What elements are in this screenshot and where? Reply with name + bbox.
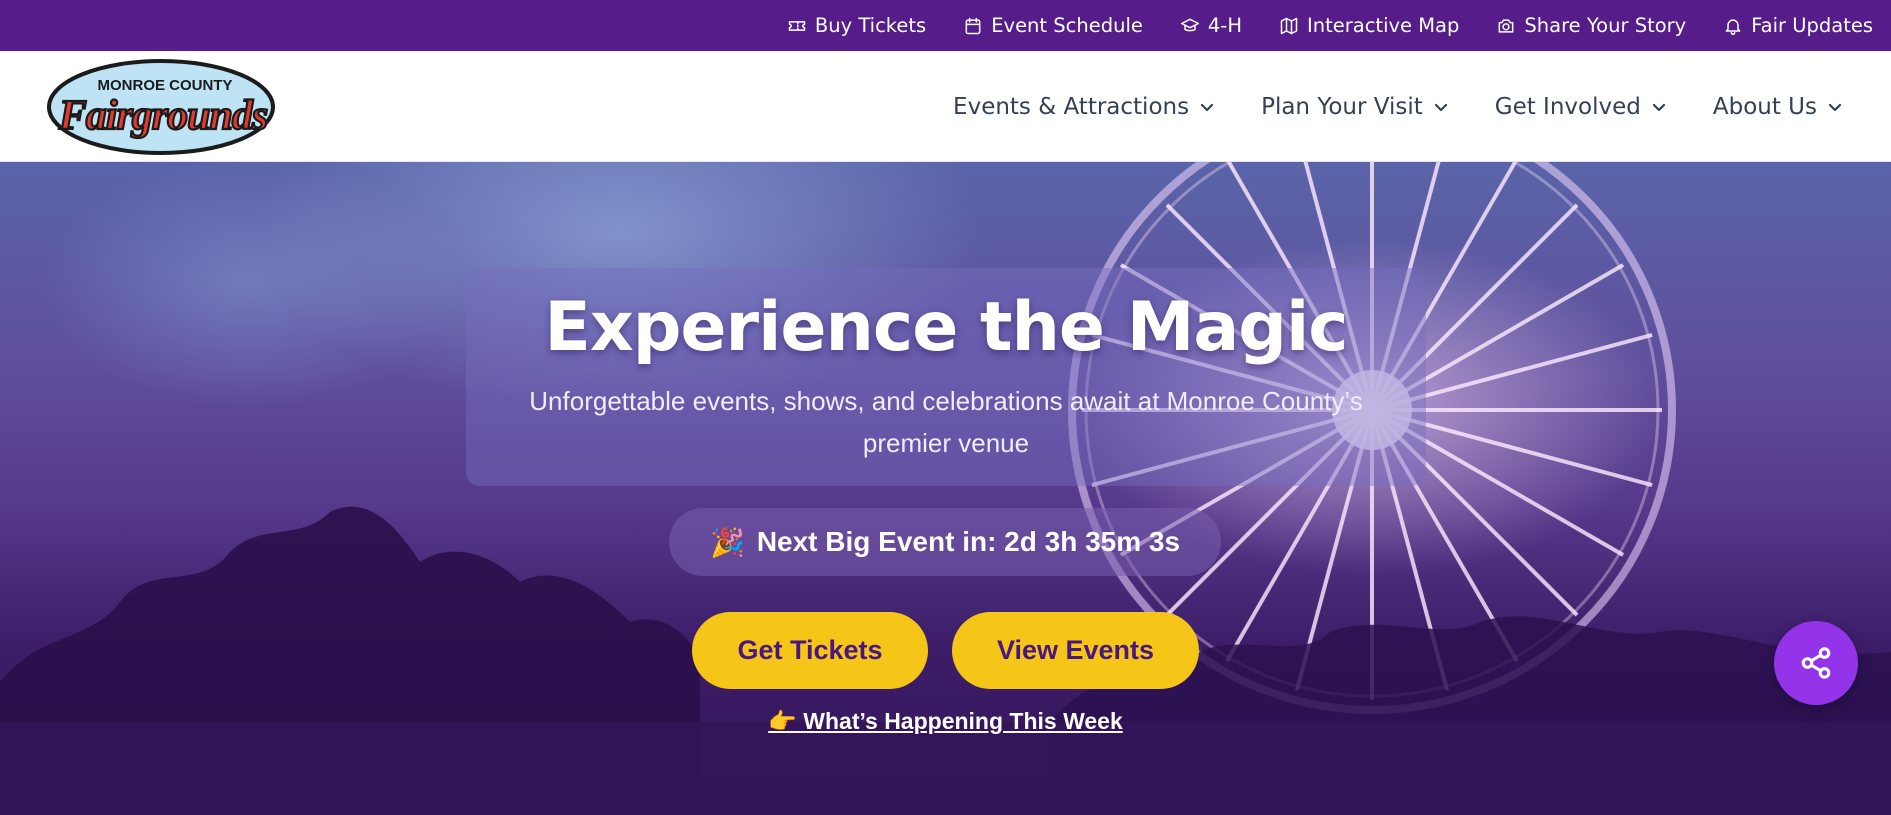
camera-icon — [1498, 18, 1514, 33]
share-your-story-link[interactable]: Share Your Story — [1496, 14, 1686, 37]
buy-tickets-link[interactable]: Buy Tickets — [787, 14, 926, 37]
logo-top-text: MONROE COUNTY — [98, 77, 233, 94]
share-your-story-label: Share Your Story — [1524, 14, 1687, 37]
buy-tickets-label: Buy Tickets — [814, 14, 927, 37]
bell-icon — [1725, 18, 1741, 35]
map-icon — [1280, 17, 1298, 34]
chevron-down-icon — [1434, 103, 1447, 111]
party-popper-icon: 🎉 — [709, 526, 745, 558]
view-events-button[interactable]: View Events — [952, 612, 1199, 689]
pointing-hand-icon: 👉 — [768, 708, 797, 734]
nav-about-us[interactable]: About Us — [1713, 94, 1843, 120]
four-h-label: 4-H — [1207, 14, 1242, 37]
site-header: MONROE COUNTY Fairgrounds Events & Attra… — [0, 51, 1891, 162]
nav-label: Get Involved — [1494, 93, 1641, 120]
nav-events-attractions[interactable]: Events & Attractions — [953, 94, 1215, 120]
hero-section: Experience the Magic Unforgettable event… — [0, 162, 1891, 815]
four-h-link[interactable]: 4-H — [1180, 14, 1242, 37]
event-schedule-label: Event Schedule — [991, 14, 1143, 37]
chevron-down-icon — [1828, 103, 1842, 111]
calendar-icon — [965, 17, 981, 34]
whats-happening-link[interactable]: 👉 What’s Happening This Week — [0, 708, 1891, 735]
interactive-map-label: Interactive Map — [1306, 14, 1460, 37]
interactive-map-link[interactable]: Interactive Map — [1279, 14, 1459, 37]
nav-label: Events & Attractions — [953, 93, 1190, 120]
fair-updates-link[interactable]: Fair Updates — [1723, 14, 1873, 37]
nav-label: About Us — [1712, 93, 1817, 120]
nav-get-involved[interactable]: Get Involved — [1495, 94, 1667, 120]
chevron-down-icon — [1652, 103, 1665, 111]
logo-main-text: Fairgrounds — [58, 93, 268, 139]
fair-updates-label: Fair Updates — [1751, 14, 1873, 37]
site-logo[interactable]: MONROE COUNTY Fairgrounds — [45, 57, 277, 157]
whats-happening-label: What’s Happening This Week — [803, 708, 1123, 734]
event-schedule-link[interactable]: Event Schedule — [963, 14, 1143, 37]
hero-subtitle: Unforgettable events, shows, and celebra… — [529, 386, 1363, 458]
share-button[interactable] — [1774, 621, 1858, 705]
get-tickets-button[interactable]: Get Tickets — [692, 612, 928, 689]
share-icon — [1801, 647, 1831, 679]
ticket-icon — [788, 20, 806, 31]
hero-title: Experience the Magic — [544, 288, 1348, 367]
nav-label: Plan Your Visit — [1261, 93, 1423, 120]
chevron-down-icon — [1200, 103, 1214, 111]
nav-plan-your-visit[interactable]: Plan Your Visit — [1261, 94, 1449, 120]
main-nav: Events & Attractions Plan Your Visit Get… — [953, 51, 1843, 162]
utility-bar: Buy Tickets Event Schedule 4-H Interacti… — [0, 0, 1891, 51]
graduation-cap-icon — [1180, 18, 1199, 31]
countdown-text: Next Big Event in: 2d 3h 35m 3s — [756, 526, 1181, 557]
event-countdown: 🎉 Next Big Event in: 2d 3h 35m 3s — [669, 508, 1221, 576]
